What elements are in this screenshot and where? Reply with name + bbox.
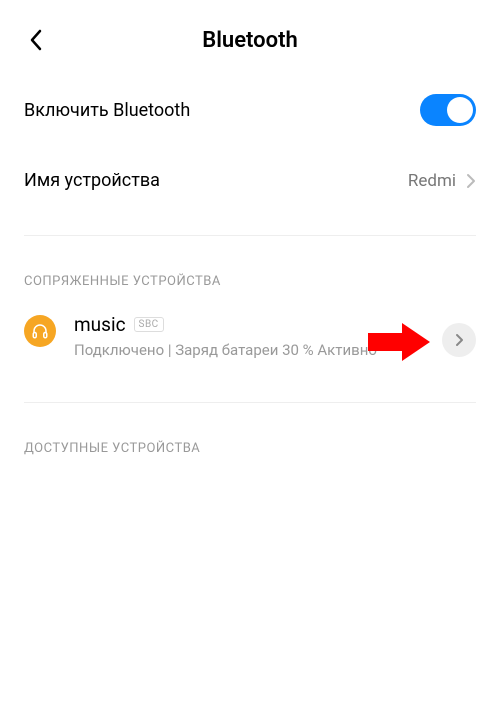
device-name-label: Имя устройства	[24, 170, 160, 191]
paired-device-row[interactable]: music SBC Подключено | Заряд батареи 30 …	[24, 313, 476, 380]
chevron-right-icon	[466, 173, 476, 189]
device-name-row[interactable]: Имя устройства Redmi	[24, 148, 476, 213]
back-button[interactable]	[24, 28, 48, 52]
enable-bluetooth-row[interactable]: Включить Bluetooth	[24, 72, 476, 148]
enable-bluetooth-label: Включить Bluetooth	[24, 100, 190, 121]
device-status: Подключено | Заряд батареи 30 % Активно	[74, 340, 424, 360]
codec-badge: SBC	[134, 317, 164, 332]
bluetooth-toggle[interactable]	[420, 94, 476, 126]
headphones-glyph	[31, 322, 49, 340]
device-info: music SBC Подключено | Заряд батареи 30 …	[74, 313, 424, 360]
available-section-title: ДОСТУПНЫЕ УСТРОЙСТВА	[24, 403, 476, 480]
page-title: Bluetooth	[0, 28, 500, 53]
device-name-value-group[interactable]: Redmi	[408, 171, 476, 191]
paired-section-title: СОПРЯЖЕННЫЕ УСТРОЙСТВА	[24, 236, 476, 313]
chevron-right-icon	[455, 333, 464, 347]
headphones-icon	[24, 315, 56, 347]
chevron-left-icon	[29, 29, 43, 51]
toggle-knob	[447, 97, 473, 123]
device-details-button[interactable]	[442, 323, 476, 357]
device-name: music	[74, 313, 126, 336]
device-name-value: Redmi	[408, 171, 456, 191]
